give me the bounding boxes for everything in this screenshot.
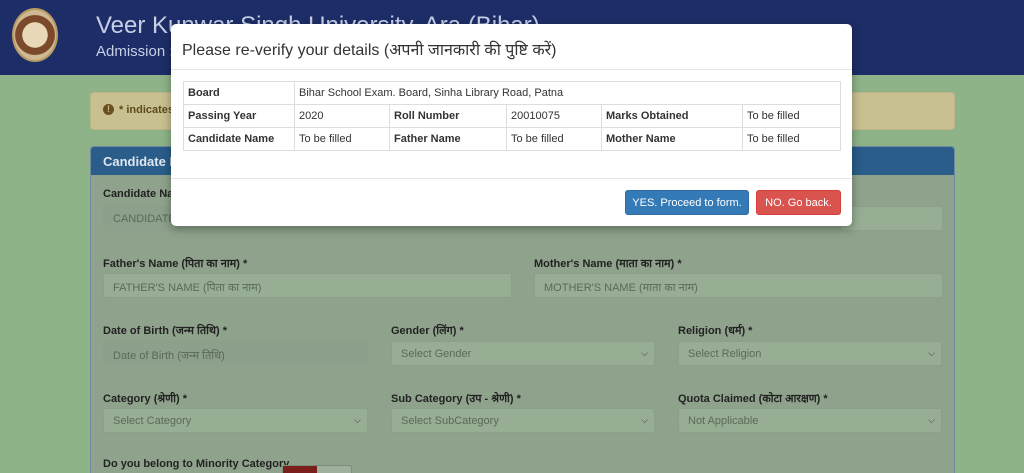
passing-year-key: Passing Year: [183, 104, 295, 128]
chevron-down-icon: ⌵: [641, 415, 648, 425]
quota-select-value: Not Applicable: [688, 415, 759, 427]
details-table: Board Bihar School Exam. Board, Sinha Li…: [183, 81, 841, 151]
mother-name-value: To be filled: [742, 127, 841, 151]
chevron-down-icon: ⌵: [641, 348, 648, 358]
subcategory-label: Sub Category (उप - श्रेणी) *: [391, 393, 521, 405]
candidate-name-key: Candidate Name: [183, 127, 295, 151]
board-value: Bihar School Exam. Board, Sinha Library …: [294, 81, 841, 105]
gender-select-value: Select Gender: [401, 348, 472, 360]
go-back-button[interactable]: NO. Go back.: [756, 190, 841, 215]
chevron-down-icon: ⌵: [354, 415, 361, 425]
marks-key: Marks Obtained: [601, 104, 743, 128]
roll-number-key: Roll Number: [389, 104, 507, 128]
site-subtitle: Admission :: [96, 43, 174, 60]
panel-title: Candidate F: [103, 154, 178, 169]
religion-select[interactable]: Select Religion ⌵: [678, 341, 942, 366]
gender-label: Gender (लिंग) *: [391, 325, 464, 337]
mother-name-key: Mother Name: [601, 127, 743, 151]
verify-modal: Please re-verify your details (अपनी जानक…: [171, 24, 852, 226]
religion-label: Religion (धर्म) *: [678, 325, 753, 337]
mother-name-label: Mother's Name (माता का नाम) *: [534, 258, 682, 270]
father-name-value: To be filled: [506, 127, 602, 151]
dob-field[interactable]: Date of Birth (जन्म तिथि): [103, 341, 368, 366]
toggle-on-segment[interactable]: [283, 466, 317, 473]
modal-title: Please re-verify your details (अपनी जानक…: [182, 42, 557, 59]
right-field-box[interactable]: [840, 206, 943, 231]
religion-select-value: Select Religion: [688, 348, 762, 360]
table-row: Candidate Name To be filled Father Name …: [183, 127, 841, 151]
table-row: Passing Year 2020 Roll Number 20010075 M…: [183, 104, 841, 128]
modal-divider: [171, 178, 852, 179]
category-select-value: Select Category: [113, 415, 192, 427]
proceed-button[interactable]: YES. Proceed to form.: [625, 190, 749, 215]
minority-label: Do you belong to Minority Category: [103, 458, 290, 470]
university-logo: [12, 8, 58, 62]
modal-divider: [171, 69, 852, 70]
info-icon: !: [103, 104, 114, 115]
category-label: Category (श्रेणी) *: [103, 393, 187, 405]
subcategory-select[interactable]: Select SubCategory ⌵: [391, 408, 655, 433]
quota-select[interactable]: Not Applicable ⌵: [678, 408, 942, 433]
passing-year-value: 2020: [294, 104, 390, 128]
alert-text: * indicates: [119, 104, 175, 116]
chevron-down-icon: ⌵: [928, 348, 935, 358]
board-key: Board: [183, 81, 295, 105]
marks-value: To be filled: [742, 104, 841, 128]
candidate-name-label: Candidate Na: [103, 188, 174, 200]
dob-label: Date of Birth (जन्म तिथि) *: [103, 325, 228, 337]
category-select[interactable]: Select Category ⌵: [103, 408, 368, 433]
chevron-down-icon: ⌵: [928, 415, 935, 425]
quota-label: Quota Claimed (कोटा आरक्षण) *: [678, 393, 828, 405]
table-row: Board Bihar School Exam. Board, Sinha Li…: [183, 81, 841, 105]
father-name-field[interactable]: FATHER'S NAME (पिता का नाम): [103, 273, 512, 298]
subcategory-select-value: Select SubCategory: [401, 415, 499, 427]
candidate-name-value: To be filled: [294, 127, 390, 151]
minority-toggle[interactable]: [282, 465, 352, 473]
roll-number-value: 20010075: [506, 104, 602, 128]
mother-name-field[interactable]: MOTHER'S NAME (माता का नाम): [534, 273, 943, 298]
gender-select[interactable]: Select Gender ⌵: [391, 341, 655, 366]
father-name-key: Father Name: [389, 127, 507, 151]
father-name-label: Father's Name (पिता का नाम) *: [103, 258, 248, 270]
